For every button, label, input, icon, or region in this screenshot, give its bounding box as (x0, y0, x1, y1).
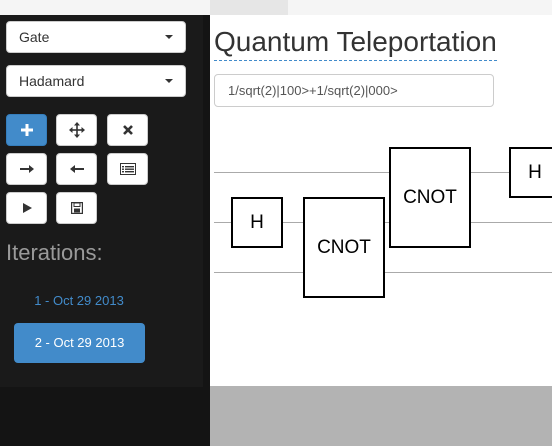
close-icon (122, 125, 133, 135)
shift-left-button[interactable] (56, 153, 97, 185)
gate-type-select[interactable]: Hadamard (6, 65, 186, 97)
delete-gate-button[interactable] (107, 114, 148, 146)
play-icon (22, 203, 32, 213)
arrow-left-icon (69, 165, 84, 173)
gate-type-select-value: Hadamard (19, 73, 85, 89)
top-strip-left (0, 0, 210, 15)
iterations-heading: Iterations: (6, 240, 103, 265)
gate-label: H (528, 161, 542, 183)
move-gate-button[interactable] (56, 114, 97, 146)
list-icon (119, 163, 136, 175)
qubit-wire (214, 172, 552, 173)
gate-cnot[interactable]: CNOT (303, 197, 385, 298)
state-input[interactable]: 1/sqrt(2)|100>+1/sqrt(2)|000> (214, 74, 494, 107)
play-button[interactable] (6, 192, 47, 224)
save-icon (70, 202, 83, 214)
circuit-editor: Quantum Teleportation 1/sqrt(2)|100>+1/s… (210, 15, 552, 386)
shift-right-button[interactable] (6, 153, 47, 185)
gate-hadamard[interactable]: H (231, 197, 283, 248)
arrow-right-icon (19, 165, 34, 173)
gate-cnot[interactable]: CNOT (389, 147, 471, 248)
chevron-down-icon (165, 79, 173, 83)
save-button[interactable] (56, 192, 97, 224)
gate-label: H (250, 211, 264, 233)
gate-label: CNOT (403, 186, 457, 208)
iteration-link[interactable]: 1 - Oct 29 2013 (14, 293, 144, 308)
chevron-down-icon (165, 35, 173, 39)
top-strip (0, 0, 552, 15)
gate-hadamard[interactable]: H (509, 147, 552, 198)
iteration-link-active[interactable]: 2 - Oct 29 2013 (14, 323, 145, 363)
plus-icon (20, 124, 33, 136)
move-icon (68, 122, 85, 138)
gate-category-select-value: Gate (19, 29, 50, 45)
top-strip-right (288, 0, 552, 15)
page-title[interactable]: Quantum Teleportation (214, 25, 497, 61)
gate-category-select[interactable]: Gate (6, 21, 186, 53)
gate-label: CNOT (317, 236, 371, 258)
list-button[interactable] (107, 153, 148, 185)
top-strip-tab (210, 0, 288, 15)
add-gate-button[interactable] (6, 114, 47, 146)
